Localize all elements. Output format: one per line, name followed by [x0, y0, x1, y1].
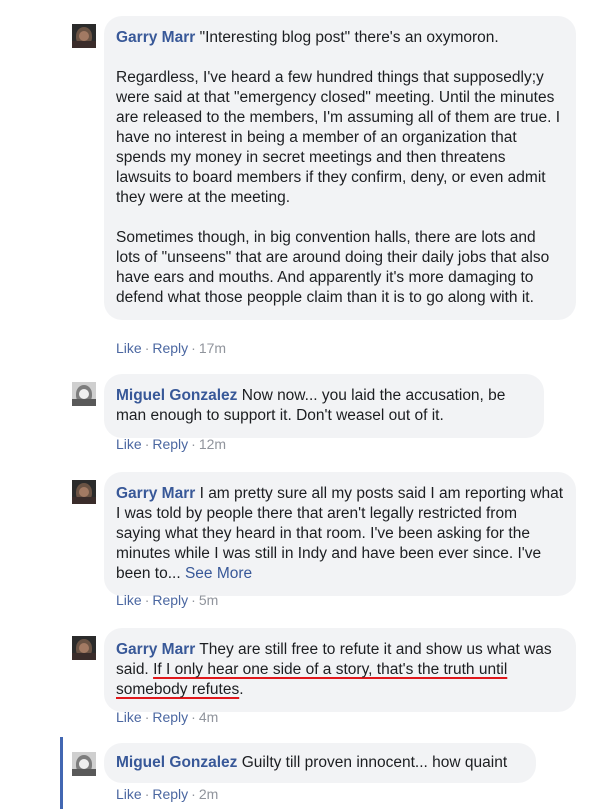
separator: ·	[144, 709, 150, 725]
comment-actions: Like · Reply · 4m	[116, 709, 218, 725]
comment-bubble: Garry Marr "Interesting blog post" there…	[104, 16, 576, 320]
separator: ·	[191, 436, 196, 452]
comment-actions: Like · Reply · 5m	[116, 592, 218, 608]
comment-actions: Like · Reply · 12m	[116, 436, 226, 452]
reply-link[interactable]: Reply	[152, 709, 188, 725]
author-name[interactable]: Garry Marr	[116, 29, 195, 46]
separator: ·	[191, 340, 196, 356]
like-link[interactable]: Like	[116, 340, 142, 356]
author-name[interactable]: Garry Marr	[116, 641, 195, 658]
separator: ·	[191, 592, 196, 608]
like-link[interactable]: Like	[116, 592, 142, 608]
separator: ·	[191, 709, 196, 725]
avatar[interactable]	[72, 382, 96, 406]
avatar[interactable]	[72, 24, 96, 48]
timestamp[interactable]: 4m	[199, 709, 218, 725]
reply-link[interactable]: Reply	[152, 436, 188, 452]
comment-bubble: Garry Marr I am pretty sure all my posts…	[104, 472, 576, 596]
comment-text: Sometimes though, in big convention hall…	[116, 229, 550, 306]
comment-bubble: Miguel Gonzalez Now now... you laid the …	[104, 374, 544, 438]
see-more-link[interactable]: See More	[185, 565, 252, 582]
author-name[interactable]: Miguel Gonzalez	[116, 754, 237, 771]
timestamp[interactable]: 12m	[199, 436, 226, 452]
avatar[interactable]	[72, 636, 96, 660]
thread-highlight-bar	[60, 737, 63, 809]
timestamp[interactable]: 17m	[199, 340, 226, 356]
timestamp[interactable]: 2m	[199, 786, 218, 802]
separator: ·	[144, 340, 150, 356]
author-name[interactable]: Miguel Gonzalez	[116, 387, 237, 404]
separator: ·	[144, 592, 150, 608]
comment-bubble: Miguel Gonzalez Guilty till proven innoc…	[104, 743, 536, 783]
timestamp[interactable]: 5m	[199, 592, 218, 608]
separator: ·	[144, 786, 150, 802]
reply-link[interactable]: Reply	[152, 592, 188, 608]
highlighted-text: If I only hear one side of a story, that…	[116, 661, 508, 698]
avatar[interactable]	[72, 752, 96, 776]
avatar[interactable]	[72, 480, 96, 504]
like-link[interactable]: Like	[116, 709, 142, 725]
comment-bubble: Garry Marr They are still free to refute…	[104, 628, 576, 712]
like-link[interactable]: Like	[116, 786, 142, 802]
comment-text-end: .	[239, 681, 244, 698]
comment-actions: Like · Reply · 17m	[116, 340, 226, 356]
separator: ·	[144, 436, 150, 452]
like-link[interactable]: Like	[116, 436, 142, 452]
reply-link[interactable]: Reply	[152, 786, 188, 802]
reply-link[interactable]: Reply	[152, 340, 188, 356]
separator: ·	[191, 786, 196, 802]
comment-actions: Like · Reply · 2m	[116, 786, 218, 802]
comment-text: Guilty till proven innocent... how quain…	[241, 754, 508, 771]
author-name[interactable]: Garry Marr	[116, 485, 195, 502]
comment-text: "Interesting blog post" there's an oxymo…	[199, 29, 499, 46]
comment-text: Regardless, I've heard a few hundred thi…	[116, 69, 561, 206]
